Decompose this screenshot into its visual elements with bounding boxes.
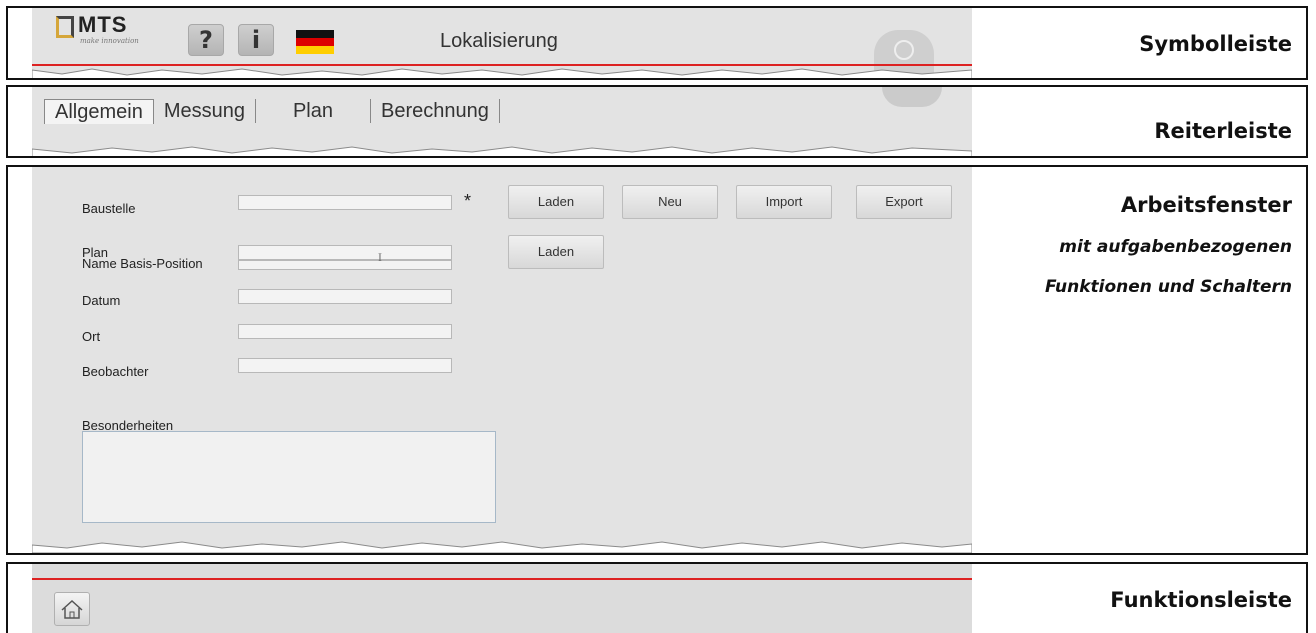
funktionsleiste-panel: Funktionsleiste [6, 562, 1308, 633]
label-baustelle: Baustelle [82, 201, 136, 216]
tab-berechnung[interactable]: Berechnung [371, 99, 500, 123]
arbeitsfenster-panel: Baustelle * Laden Neu Import Export Plan… [6, 165, 1308, 555]
workspace-screenshot: Baustelle * Laden Neu Import Export Plan… [32, 167, 972, 553]
neu-button[interactable]: Neu [622, 185, 718, 219]
export-button[interactable]: Export [856, 185, 952, 219]
info-button[interactable]: i [238, 24, 274, 56]
text-cursor-icon: I [378, 253, 382, 264]
laden-plan-button[interactable]: Laden [508, 235, 604, 269]
label-ort: Ort [82, 329, 101, 344]
input-plan[interactable] [238, 245, 452, 260]
home-button[interactable] [54, 592, 90, 626]
symbolleiste-panel: MTS make innovation ? i Lokalisierung Sy… [6, 6, 1308, 80]
app-title: Lokalisierung [440, 30, 558, 52]
input-datum[interactable] [238, 289, 452, 304]
flag-de-icon[interactable] [296, 30, 334, 54]
tab-allgemein[interactable]: Allgemein [44, 99, 154, 124]
tab-bar: Allgemein Messung Plan Berechnung [44, 99, 500, 124]
textarea-besonderheiten[interactable] [82, 431, 496, 523]
input-ort[interactable] [238, 324, 452, 339]
input-beobachter[interactable] [238, 358, 452, 373]
home-icon [61, 599, 83, 619]
tab-messung[interactable]: Messung [154, 99, 256, 123]
tab-plan[interactable]: Plan [256, 99, 371, 123]
label-name-basis-position: Name Basis-Position [82, 256, 203, 271]
caption-arbeitsfenster-sub2: Funktionen und Schaltern [1045, 277, 1292, 297]
caption-reiterleiste: Reiterleiste [1154, 119, 1292, 143]
input-baustelle[interactable] [238, 195, 452, 210]
function-bar-screenshot [32, 564, 972, 633]
reiterleiste-panel: Allgemein Messung Plan Berechnung Reiter… [6, 85, 1308, 158]
caption-funktionsleiste: Funktionsleiste [1110, 588, 1292, 612]
caption-symbolleiste: Symbolleiste [1139, 32, 1292, 56]
power-button-edge [882, 87, 942, 107]
import-button[interactable]: Import [736, 185, 832, 219]
input-name-basis-position[interactable] [238, 260, 452, 270]
logo-text: MTS [78, 12, 128, 37]
caption-arbeitsfenster-sub1: mit aufgabenbezogenen [1059, 237, 1292, 257]
logo-tagline: make innovation [80, 37, 139, 45]
toolbar-screenshot: MTS make innovation ? i Lokalisierung [32, 8, 972, 78]
torn-edge [32, 541, 972, 553]
torn-edge [32, 146, 972, 156]
caption-arbeitsfenster: Arbeitsfenster [1120, 193, 1292, 217]
help-button[interactable]: ? [188, 24, 224, 56]
mts-logo: MTS make innovation [56, 12, 156, 48]
required-marker: * [464, 191, 472, 211]
function-bar-divider [32, 578, 972, 580]
torn-edge [32, 68, 972, 78]
logo-mark-icon [56, 16, 74, 38]
label-beobachter: Beobachter [82, 364, 149, 379]
label-datum: Datum [82, 293, 121, 308]
tabbar-screenshot: Allgemein Messung Plan Berechnung [32, 87, 972, 156]
laden-button[interactable]: Laden [508, 185, 604, 219]
